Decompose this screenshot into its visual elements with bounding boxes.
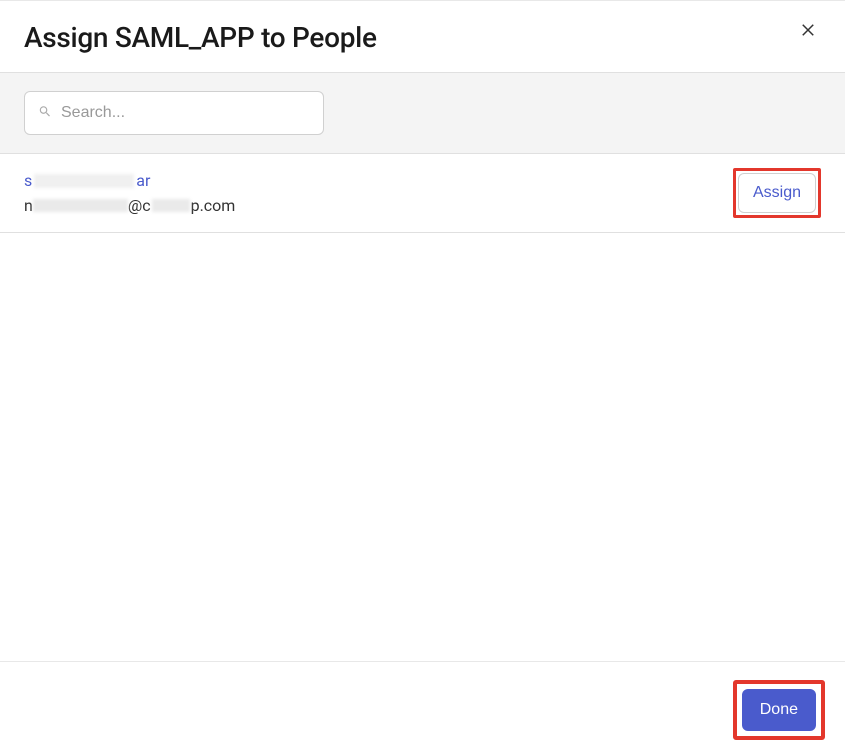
- search-input-wrapper: [24, 91, 324, 135]
- user-email-domain-suffix: p.com: [191, 196, 236, 215]
- user-email-domain-prefix: c: [142, 196, 150, 215]
- modal-header: Assign SAML_APP to People: [0, 0, 845, 73]
- done-button[interactable]: Done: [742, 689, 816, 731]
- redacted-name: [34, 174, 134, 188]
- redacted-email-domain: [152, 199, 190, 212]
- close-icon: [799, 21, 817, 42]
- done-highlight: Done: [733, 680, 825, 740]
- user-row: s ar n @ c p.com Assign: [0, 154, 845, 233]
- redacted-email-user: [33, 199, 128, 212]
- user-email: n @ c p.com: [24, 196, 235, 215]
- user-email-at: @: [128, 196, 142, 215]
- search-input[interactable]: [24, 91, 324, 135]
- user-list: s ar n @ c p.com Assign: [0, 154, 845, 233]
- assign-button[interactable]: Assign: [738, 173, 816, 213]
- search-bar: [0, 73, 845, 154]
- close-button[interactable]: [795, 17, 821, 46]
- modal-title: Assign SAML_APP to People: [24, 21, 377, 54]
- modal-footer: Done: [0, 661, 845, 750]
- user-name-prefix: s: [24, 171, 32, 190]
- user-name[interactable]: s ar: [24, 171, 235, 190]
- user-email-prefix: n: [24, 196, 33, 215]
- user-info: s ar n @ c p.com: [24, 171, 235, 215]
- user-name-suffix: ar: [136, 171, 150, 190]
- assign-highlight: Assign: [733, 168, 821, 218]
